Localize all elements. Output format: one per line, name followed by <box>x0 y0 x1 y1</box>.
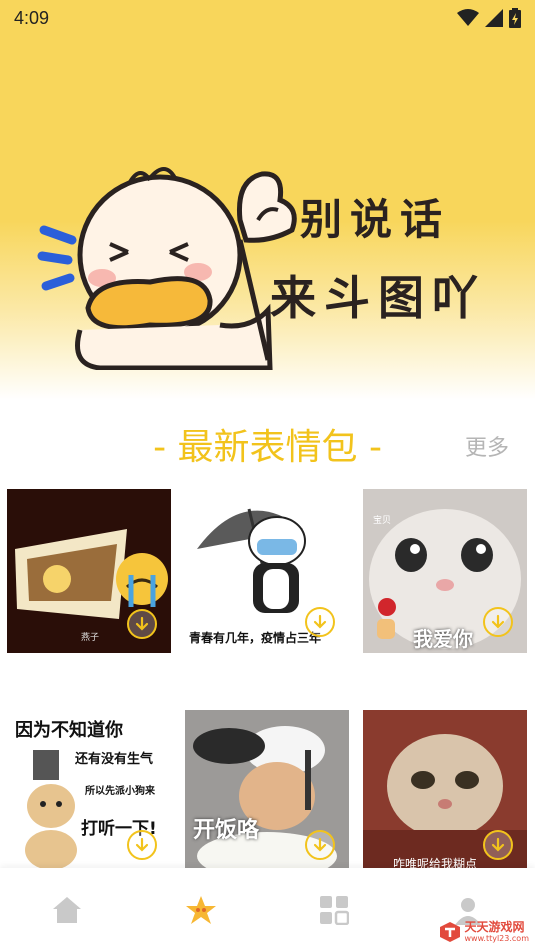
hero-banner: 别说话 来斗图吖 <box>0 0 535 400</box>
meme-card[interactable]: 燕子 <box>7 489 171 653</box>
meme-card[interactable]: 因为不知道你 还有没有生气 所以先派小狗来 打听一下! <box>7 710 171 874</box>
section-title: - 最新表情包 - <box>153 427 382 468</box>
meme-card[interactable]: 宝贝 我爱你 <box>363 489 527 653</box>
watermark-name: 天天游戏网 <box>464 920 525 934</box>
nav-categories[interactable] <box>304 880 364 940</box>
battery-icon <box>509 8 521 28</box>
signal-icon <box>485 9 503 27</box>
download-icon[interactable] <box>305 830 335 860</box>
download-icon[interactable] <box>483 830 513 860</box>
card-tag: 宝贝 <box>373 516 392 526</box>
card-caption-line-2: 还有没有生气 <box>75 752 154 767</box>
download-icon[interactable] <box>127 830 157 860</box>
download-icon[interactable] <box>483 607 513 637</box>
card-caption: 燕子 <box>81 633 100 643</box>
nav-featured[interactable] <box>171 880 231 940</box>
status-time: 4:09 <box>14 7 50 28</box>
more-link[interactable]: 更多 <box>465 430 509 462</box>
grid-icon <box>320 895 350 925</box>
meme-card[interactable]: 咋唯呢给我糊点 <box>363 710 527 874</box>
hero-slogan-line-2: 来斗图吖 <box>270 271 486 325</box>
meme-card[interactable]: 青春有几年，疫情占三年 <box>185 489 349 653</box>
status-bar: 4:09 <box>0 0 535 36</box>
card-caption: 开饭咯 <box>193 818 260 843</box>
watermark: 天天游戏网 www.ttyl23.com <box>439 921 529 943</box>
card-caption-line-3: 所以先派小狗来 <box>85 786 155 797</box>
watermark-url: www.ttyl23.com <box>464 934 529 943</box>
wifi-icon <box>457 9 479 26</box>
nav-home[interactable] <box>37 880 97 940</box>
status-icons <box>457 8 521 28</box>
download-icon[interactable] <box>127 609 157 639</box>
meme-card[interactable]: 开饭咯 <box>185 710 349 874</box>
card-caption: 我爱你 <box>413 627 473 651</box>
hero-slogan-line-1: 别说话 <box>300 195 451 244</box>
download-icon[interactable] <box>305 607 335 637</box>
star-icon <box>185 895 216 924</box>
card-caption: 因为不知道你 <box>15 720 123 741</box>
card-caption: 青春有几年，疫情占三年 <box>189 631 322 645</box>
watermark-logo-icon <box>439 922 460 942</box>
home-icon <box>52 896 81 923</box>
